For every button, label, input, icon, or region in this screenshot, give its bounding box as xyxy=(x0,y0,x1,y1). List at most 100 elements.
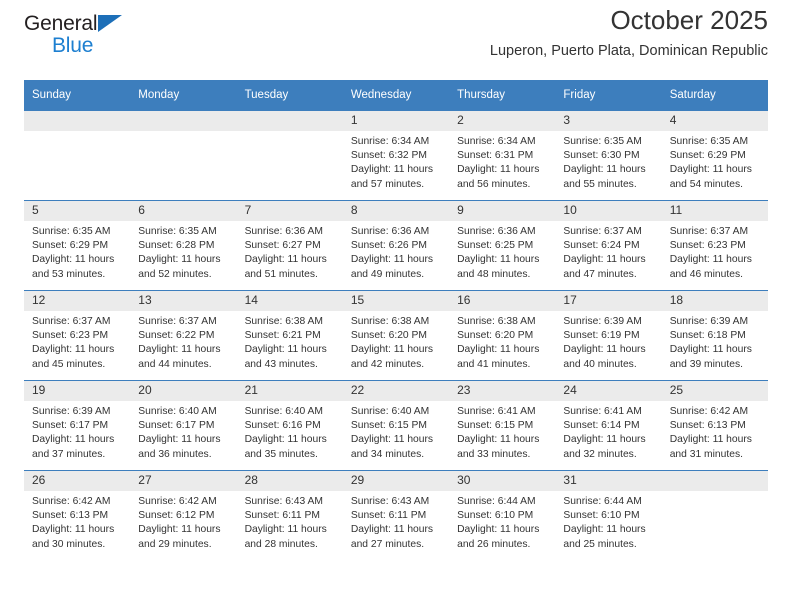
sunrise-text: Sunrise: 6:44 AM xyxy=(457,496,536,507)
day-number: 27 xyxy=(130,471,237,491)
calendar-day-cell[interactable]: 1 Sunrise: 6:34 AM Sunset: 6:32 PM Daylight… xyxy=(342,110,450,201)
sunset-text: Sunset: 6:28 PM xyxy=(138,240,215,252)
calendar-day-cell[interactable]: 15 Sunrise: 6:38 AM Sunset: 6:20 PM Dayligh… xyxy=(342,290,450,381)
daylight-text: Daylight: 11 hours and 41 minutes. xyxy=(457,344,540,370)
sunset-text: Sunset: 6:13 PM xyxy=(32,510,109,522)
calendar-day-cell[interactable]: 19 Sunrise: 6:39 AM Sunset: 6:17 PM Dayligh… xyxy=(24,380,131,471)
sunrise-text: Sunrise: 6:42 AM xyxy=(138,496,217,507)
calendar-day-cell[interactable]: 29 Sunrise: 6:43 AM Sunset: 6:11 PM Dayligh… xyxy=(342,470,450,560)
sunset-text: Sunset: 6:12 PM xyxy=(138,510,215,522)
day-details: Sunrise: 6:34 AM Sunset: 6:31 PM Daylight:… xyxy=(449,131,555,192)
calendar-day-cell[interactable]: 18 Sunrise: 6:39 AM Sunset: 6:18 PM Dayligh… xyxy=(661,290,768,381)
calendar-day-cell[interactable]: 25 Sunrise: 6:42 AM Sunset: 6:13 PM Dayligh… xyxy=(661,380,768,471)
daylight-text: Daylight: 11 hours and 44 minutes. xyxy=(138,344,221,370)
day-number: 1 xyxy=(342,111,450,131)
calendar-day-cell[interactable]: 26 Sunrise: 6:42 AM Sunset: 6:13 PM Dayligh… xyxy=(24,470,131,560)
sunrise-text: Sunrise: 6:34 AM xyxy=(350,136,430,147)
weekday-header-sunday: Sunday xyxy=(24,80,131,111)
calendar-day-cell[interactable]: 28 Sunrise: 6:43 AM Sunset: 6:11 PM Dayligh… xyxy=(236,470,343,560)
calendar-day-cell[interactable]: 12 Sunrise: 6:37 AM Sunset: 6:23 PM Dayligh… xyxy=(24,290,131,381)
calendar-day-cell[interactable]: 31 Sunrise: 6:44 AM Sunset: 6:10 PM Dayligh… xyxy=(555,470,662,560)
day-number: 20 xyxy=(130,381,237,401)
sunset-text: Sunset: 6:27 PM xyxy=(244,240,321,252)
calendar-day-cell[interactable]: 4 Sunrise: 6:35 AM Sunset: 6:29 PM Daylight… xyxy=(661,110,768,201)
sunset-text: Sunset: 6:18 PM xyxy=(669,330,746,342)
calendar-day-cell[interactable]: 22 Sunrise: 6:40 AM Sunset: 6:15 PM Dayligh… xyxy=(342,380,450,471)
day-details: Sunrise: 6:35 AM Sunset: 6:30 PM Daylight:… xyxy=(555,131,661,192)
calendar-day-cell[interactable]: 27 Sunrise: 6:42 AM Sunset: 6:12 PM Dayligh… xyxy=(130,470,237,560)
day-number: 28 xyxy=(236,471,343,491)
calendar-page: General Blue October 2025 Luperon, Puert… xyxy=(0,0,792,612)
sunset-text: Sunset: 6:15 PM xyxy=(350,420,427,432)
daylight-text: Daylight: 11 hours and 54 minutes. xyxy=(669,164,752,190)
calendar-day-cell[interactable]: 5 Sunrise: 6:35 AM Sunset: 6:29 PM Daylight… xyxy=(24,200,131,291)
sunrise-text: Sunrise: 6:36 AM xyxy=(244,226,323,237)
day-number: 6 xyxy=(130,201,237,221)
title-block: October 2025 Luperon, Puerto Plata, Domi… xyxy=(490,0,768,59)
day-number: 18 xyxy=(661,291,768,311)
calendar-day-cell[interactable]: 13 Sunrise: 6:37 AM Sunset: 6:22 PM Dayligh… xyxy=(130,290,237,381)
calendar-day-cell[interactable]: 6 Sunrise: 6:35 AM Sunset: 6:28 PM Daylight… xyxy=(130,200,237,291)
daylight-text: Daylight: 11 hours and 49 minutes. xyxy=(350,254,434,280)
calendar-day-cell[interactable]: 2 Sunrise: 6:34 AM Sunset: 6:31 PM Daylight… xyxy=(449,110,556,201)
sunrise-text: Sunrise: 6:38 AM xyxy=(244,316,323,327)
calendar-day-cell[interactable]: 10 Sunrise: 6:37 AM Sunset: 6:24 PM Dayligh… xyxy=(555,200,662,291)
calendar-day-cell[interactable]: 21 Sunrise: 6:40 AM Sunset: 6:16 PM Dayligh… xyxy=(236,380,343,471)
sunset-text: Sunset: 6:29 PM xyxy=(32,240,109,252)
day-details: Sunrise: 6:44 AM Sunset: 6:10 PM Daylight:… xyxy=(555,491,661,552)
sunrise-text: Sunrise: 6:36 AM xyxy=(350,226,430,237)
page-title: October 2025 xyxy=(610,5,768,35)
calendar-day-cell[interactable]: 20 Sunrise: 6:40 AM Sunset: 6:17 PM Dayligh… xyxy=(130,380,237,471)
sunset-text: Sunset: 6:17 PM xyxy=(138,420,215,432)
calendar-day-cell[interactable]: 30 Sunrise: 6:44 AM Sunset: 6:10 PM Dayligh… xyxy=(449,470,556,560)
sunset-text: Sunset: 6:11 PM xyxy=(244,510,320,522)
sunset-text: Sunset: 6:26 PM xyxy=(350,240,427,252)
calendar-day-cell[interactable]: 9 Sunrise: 6:36 AM Sunset: 6:25 PM Daylight… xyxy=(449,200,556,291)
sunset-text: Sunset: 6:10 PM xyxy=(457,510,534,522)
daylight-text: Daylight: 11 hours and 40 minutes. xyxy=(563,344,646,370)
day-number: 19 xyxy=(24,381,131,401)
calendar-body: 1 Sunrise: 6:34 AM Sunset: 6:32 PM Daylight… xyxy=(24,110,768,560)
daylight-text: Daylight: 11 hours and 51 minutes. xyxy=(244,254,327,280)
day-number: 5 xyxy=(24,201,131,221)
sunset-text: Sunset: 6:13 PM xyxy=(669,420,746,432)
day-details: Sunrise: 6:37 AM Sunset: 6:24 PM Daylight:… xyxy=(555,221,661,282)
calendar-day-cell[interactable]: 24 Sunrise: 6:41 AM Sunset: 6:14 PM Dayligh… xyxy=(555,380,662,471)
calendar-day-cell[interactable]: 16 Sunrise: 6:38 AM Sunset: 6:20 PM Dayligh… xyxy=(449,290,556,381)
day-details: Sunrise: 6:37 AM Sunset: 6:23 PM Daylight:… xyxy=(662,221,768,282)
calendar-day-cell[interactable]: 17 Sunrise: 6:39 AM Sunset: 6:19 PM Dayligh… xyxy=(555,290,662,381)
sunset-text: Sunset: 6:19 PM xyxy=(563,330,640,342)
logo-top-row: General xyxy=(24,12,123,34)
day-number: 25 xyxy=(661,381,768,401)
day-details: Sunrise: 6:38 AM Sunset: 6:21 PM Daylight:… xyxy=(237,311,343,372)
weekday-header-tuesday: Tuesday xyxy=(236,80,343,111)
day-number: 24 xyxy=(555,381,662,401)
day-number: 14 xyxy=(236,291,343,311)
calendar-day-cell[interactable]: 3 Sunrise: 6:35 AM Sunset: 6:30 PM Daylight… xyxy=(555,110,662,201)
sunset-text: Sunset: 6:21 PM xyxy=(244,330,321,342)
calendar-day-cell[interactable]: 14 Sunrise: 6:38 AM Sunset: 6:21 PM Dayligh… xyxy=(236,290,343,381)
daylight-text: Daylight: 11 hours and 26 minutes. xyxy=(457,524,540,550)
calendar-day-cell[interactable]: 7 Sunrise: 6:36 AM Sunset: 6:27 PM Daylight… xyxy=(236,200,343,291)
calendar-day-cell[interactable]: 23 Sunrise: 6:41 AM Sunset: 6:15 PM Dayligh… xyxy=(449,380,556,471)
general-blue-logo[interactable]: General Blue xyxy=(24,0,123,56)
sunrise-text: Sunrise: 6:44 AM xyxy=(563,496,642,507)
day-details: Sunrise: 6:42 AM Sunset: 6:12 PM Daylight:… xyxy=(130,491,236,552)
day-number: 31 xyxy=(555,471,662,491)
daylight-text: Daylight: 11 hours and 57 minutes. xyxy=(350,164,434,190)
day-details: Sunrise: 6:40 AM Sunset: 6:16 PM Daylight:… xyxy=(237,401,343,462)
day-number: 23 xyxy=(449,381,556,401)
calendar-week-row: 12 Sunrise: 6:37 AM Sunset: 6:23 PM Dayligh… xyxy=(24,290,768,381)
sunset-text: Sunset: 6:30 PM xyxy=(563,150,640,162)
sunrise-text: Sunrise: 6:37 AM xyxy=(563,226,642,237)
sunset-text: Sunset: 6:15 PM xyxy=(457,420,534,432)
calendar-day-cell[interactable]: 8 Sunrise: 6:36 AM Sunset: 6:26 PM Daylight… xyxy=(342,200,450,291)
daylight-text: Daylight: 11 hours and 39 minutes. xyxy=(669,344,752,370)
day-number xyxy=(24,111,131,131)
calendar-day-cell[interactable]: 11 Sunrise: 6:37 AM Sunset: 6:23 PM Dayligh… xyxy=(661,200,768,291)
sunrise-text: Sunrise: 6:39 AM xyxy=(563,316,642,327)
daylight-text: Daylight: 11 hours and 37 minutes. xyxy=(32,434,115,460)
sunrise-text: Sunrise: 6:37 AM xyxy=(138,316,217,327)
sunrise-text: Sunrise: 6:35 AM xyxy=(138,226,217,237)
calendar-empty-cell xyxy=(24,110,131,201)
